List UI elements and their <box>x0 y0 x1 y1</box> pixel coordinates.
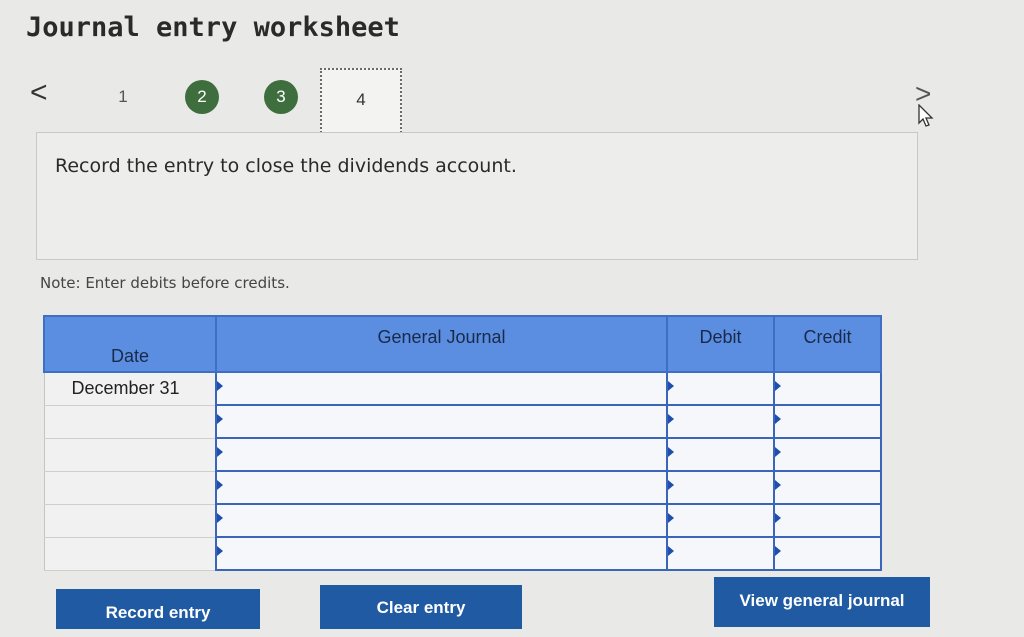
account-input[interactable] <box>215 404 668 439</box>
debit-input[interactable] <box>666 503 775 538</box>
step-2[interactable]: 2 <box>185 80 219 114</box>
journal-header-row: Date General Journal Debit Credit <box>43 315 882 373</box>
date-cell <box>43 470 217 505</box>
date-cell <box>43 404 217 439</box>
step-1[interactable]: 1 <box>106 80 140 114</box>
date-cell: December 31 <box>43 371 217 406</box>
step-3[interactable]: 3 <box>264 80 298 114</box>
table-row <box>43 404 882 439</box>
credit-input[interactable] <box>773 404 882 439</box>
journal-table: Date General Journal Debit Credit Decemb… <box>43 315 882 571</box>
credit-input[interactable] <box>773 470 882 505</box>
debit-input[interactable] <box>666 437 775 472</box>
debit-header: Debit <box>666 315 775 373</box>
note-text: Note: Enter debits before credits. <box>40 274 290 292</box>
account-input[interactable] <box>215 371 668 406</box>
table-row <box>43 503 882 538</box>
credit-input[interactable] <box>773 371 882 406</box>
debit-input[interactable] <box>666 536 775 571</box>
general-journal-header: General Journal <box>215 315 668 373</box>
page-title: Journal entry worksheet <box>26 12 400 43</box>
step-navigation: < 1 2 3 4 > <box>0 62 1024 142</box>
record-entry-button[interactable]: Record entry <box>56 589 260 629</box>
credit-input[interactable] <box>773 503 882 538</box>
clear-entry-button[interactable]: Clear entry <box>320 585 522 629</box>
date-cell <box>43 536 217 571</box>
instruction-panel: Record the entry to close the dividends … <box>36 132 918 260</box>
chevron-left-icon[interactable]: < <box>30 78 56 108</box>
date-header: Date <box>43 315 217 373</box>
debit-input[interactable] <box>666 404 775 439</box>
account-input[interactable] <box>215 536 668 571</box>
view-general-journal-button[interactable]: View general journal <box>714 577 930 627</box>
account-input[interactable] <box>215 503 668 538</box>
credit-header: Credit <box>773 315 882 373</box>
table-row: December 31 <box>43 371 882 406</box>
account-input[interactable] <box>215 437 668 472</box>
account-input[interactable] <box>215 470 668 505</box>
debit-input[interactable] <box>666 371 775 406</box>
instruction-text: Record the entry to close the dividends … <box>55 155 517 177</box>
date-cell <box>43 437 217 472</box>
table-row <box>43 437 882 472</box>
debit-input[interactable] <box>666 470 775 505</box>
date-cell <box>43 503 217 538</box>
step-4-current[interactable]: 4 <box>320 68 402 136</box>
credit-input[interactable] <box>773 536 882 571</box>
credit-input[interactable] <box>773 437 882 472</box>
table-row <box>43 470 882 505</box>
mouse-cursor-icon <box>918 104 934 127</box>
table-row <box>43 536 882 571</box>
